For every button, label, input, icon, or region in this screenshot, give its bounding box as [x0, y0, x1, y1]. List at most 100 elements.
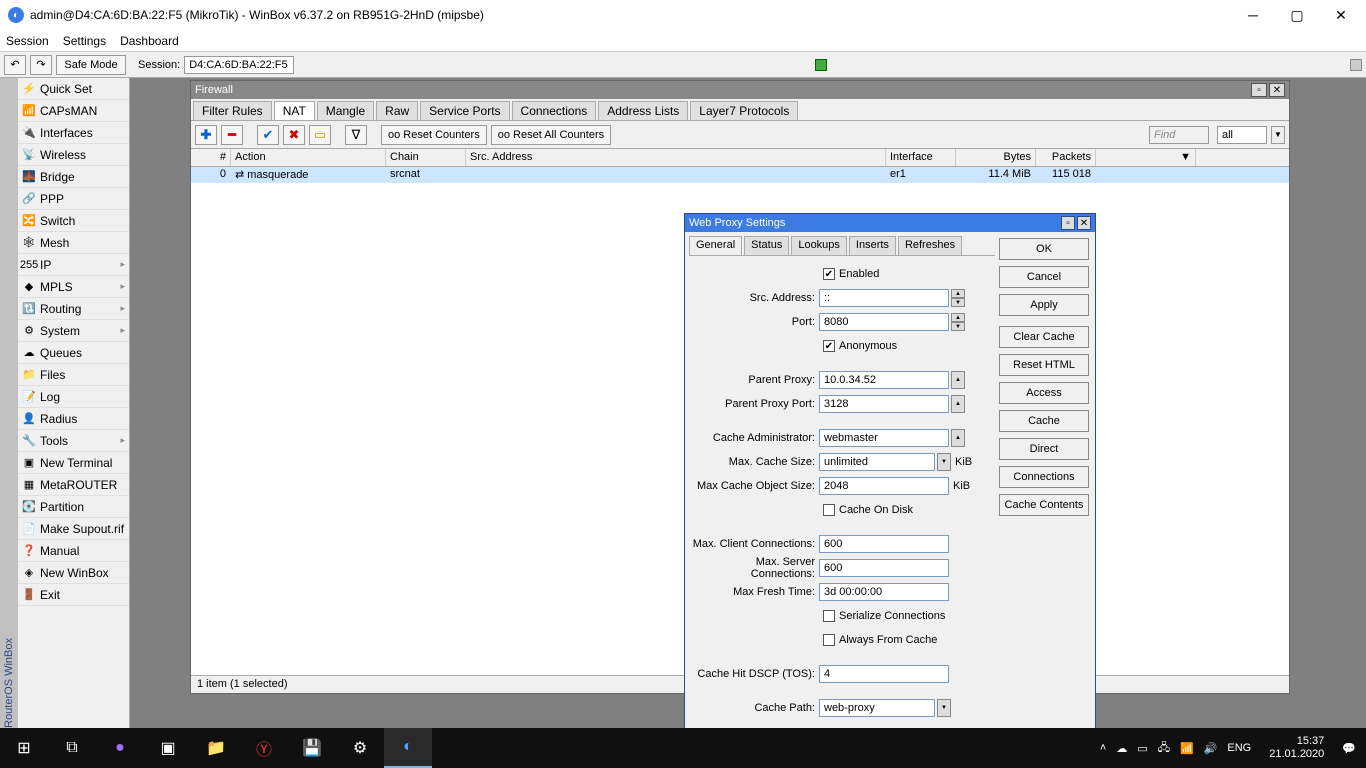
port-input[interactable]: 8080 [819, 313, 949, 331]
remove-button[interactable]: ━ [221, 125, 243, 145]
winbox-task-icon[interactable]: ◐ [384, 728, 432, 768]
terminal-icon[interactable]: ▣ [144, 728, 192, 768]
explorer-icon[interactable]: 📁 [192, 728, 240, 768]
sidebar-item-mpls[interactable]: ◆MPLS▸ [18, 276, 129, 298]
sidebar-item-exit[interactable]: 🚪Exit [18, 584, 129, 606]
sidebar-item-new-terminal[interactable]: ▣New Terminal [18, 452, 129, 474]
port-spinner[interactable]: ▲▼ [951, 313, 965, 331]
maxcache-input[interactable]: unlimited [819, 453, 935, 471]
admin-input[interactable]: webmaster [819, 429, 949, 447]
src-address-input[interactable]: :: [819, 289, 949, 307]
sidebar-item-partition[interactable]: 💽Partition [18, 496, 129, 518]
disable-button[interactable]: ✖ [283, 125, 305, 145]
maxcache-dd[interactable]: ▼ [937, 453, 951, 471]
filter-dropdown[interactable]: all [1217, 126, 1267, 144]
anonymous-checkbox[interactable]: ✔ [823, 340, 835, 352]
col-num[interactable]: # [191, 149, 231, 166]
tray-notifications-icon[interactable]: 💬 [1342, 742, 1356, 755]
find-input[interactable]: Find [1149, 126, 1209, 144]
col-chain[interactable]: Chain [386, 149, 466, 166]
ondisk-checkbox[interactable] [823, 504, 835, 516]
sidebar-item-metarouter[interactable]: ▦MetaROUTER [18, 474, 129, 496]
apply-button[interactable]: Apply [999, 294, 1089, 316]
sidebar-item-files[interactable]: 📁Files [18, 364, 129, 386]
sidebar-item-tools[interactable]: 🔧Tools▸ [18, 430, 129, 452]
tab-raw[interactable]: Raw [376, 101, 418, 120]
menu-settings[interactable]: Settings [63, 34, 106, 48]
proxy-tab-inserts[interactable]: Inserts [849, 236, 896, 255]
tab-layer7-protocols[interactable]: Layer7 Protocols [690, 101, 798, 120]
proxy-tab-refreshes[interactable]: Refreshes [898, 236, 962, 255]
parent-collapse[interactable]: ▲ [951, 371, 965, 389]
reset-all-counters-button[interactable]: oo Reset All Counters [491, 125, 611, 145]
reset-html-button[interactable]: Reset HTML [999, 354, 1089, 376]
cancel-button[interactable]: Cancel [999, 266, 1089, 288]
filter-dropdown-arrow-icon[interactable]: ▼ [1271, 126, 1285, 144]
taskview-icon[interactable]: ⧉ [48, 728, 96, 768]
fresh-input[interactable]: 3d 00:00:00 [819, 583, 949, 601]
col-interface[interactable]: Interface [886, 149, 956, 166]
maxcli-input[interactable]: 600 [819, 535, 949, 553]
tray-cloud-icon[interactable]: ☁ [1116, 742, 1127, 755]
tab-service-ports[interactable]: Service Ports [420, 101, 509, 120]
firewall-titlebar[interactable]: Firewall ▫ ✕ [191, 81, 1289, 99]
sidebar-item-log[interactable]: 📝Log [18, 386, 129, 408]
sidebar-item-queues[interactable]: ☁Queues [18, 342, 129, 364]
minimize-button[interactable]: ─ [1240, 7, 1266, 24]
connections-button[interactable]: Connections [999, 466, 1089, 488]
proxy-tab-lookups[interactable]: Lookups [791, 236, 847, 255]
filter-button[interactable]: ∇ [345, 125, 367, 145]
sidebar-item-capsman[interactable]: 📶CAPsMAN [18, 100, 129, 122]
sidebar-item-switch[interactable]: 🔀Switch [18, 210, 129, 232]
start-button[interactable]: ⊞ [0, 728, 48, 768]
safe-mode-button[interactable]: Safe Mode [56, 55, 126, 75]
add-button[interactable]: ✚ [195, 125, 217, 145]
reset-counters-button[interactable]: oo Reset Counters [381, 125, 487, 145]
col-action[interactable]: Action [231, 149, 386, 166]
path-input[interactable]: web-proxy [819, 699, 935, 717]
sidebar-item-radius[interactable]: 👤Radius [18, 408, 129, 430]
sidebar-item-bridge[interactable]: 🌉Bridge [18, 166, 129, 188]
maxsrv-input[interactable]: 600 [819, 559, 949, 577]
enable-button[interactable]: ✔ [257, 125, 279, 145]
dscp-input[interactable]: 4 [819, 665, 949, 683]
yandex-icon[interactable]: Ⓨ [240, 728, 288, 768]
comment-button[interactable]: ▭ [309, 125, 331, 145]
menu-dashboard[interactable]: Dashboard [120, 34, 179, 48]
always-checkbox[interactable] [823, 634, 835, 646]
save-icon[interactable]: 💾 [288, 728, 336, 768]
tab-address-lists[interactable]: Address Lists [598, 101, 688, 120]
pport-collapse[interactable]: ▲ [951, 395, 965, 413]
cache-button[interactable]: Cache [999, 410, 1089, 432]
parent-proxy-input[interactable]: 10.0.34.52 [819, 371, 949, 389]
tab-nat[interactable]: NAT [274, 101, 315, 120]
col-src[interactable]: Src. Address [466, 149, 886, 166]
serial-checkbox[interactable] [823, 610, 835, 622]
firewall-restore-button[interactable]: ▫ [1251, 83, 1267, 97]
tray-battery-icon[interactable]: ▭ [1137, 742, 1147, 755]
sidebar-item-wireless[interactable]: 📡Wireless [18, 144, 129, 166]
tray-wifi-icon[interactable]: 📶 [1180, 742, 1194, 755]
tab-connections[interactable]: Connections [512, 101, 597, 120]
sidebar-item-routing[interactable]: 🔃Routing▸ [18, 298, 129, 320]
access-button[interactable]: Access [999, 382, 1089, 404]
table-row[interactable]: 0 ⇄ masquerade srcnat er1 11.4 MiB 115 0… [191, 167, 1289, 183]
src-spinner[interactable]: ▲▼ [951, 289, 965, 307]
direct-button[interactable]: Direct [999, 438, 1089, 460]
tray-network-icon[interactable]: 🖧 [1158, 739, 1170, 758]
tab-mangle[interactable]: Mangle [317, 101, 374, 120]
proxy-tab-status[interactable]: Status [744, 236, 789, 255]
sidebar-item-ip[interactable]: 255IP▸ [18, 254, 129, 276]
proxy-close-button[interactable]: ✕ [1077, 216, 1091, 230]
admin-collapse[interactable]: ▲ [951, 429, 965, 447]
parent-port-input[interactable]: 3128 [819, 395, 949, 413]
sidebar-item-ppp[interactable]: 🔗PPP [18, 188, 129, 210]
clear-cache-button[interactable]: Clear Cache [999, 326, 1089, 348]
col-packets[interactable]: Packets [1036, 149, 1096, 166]
redo-button[interactable]: ↷ [30, 55, 52, 75]
sidebar-item-new-winbox[interactable]: ◈New WinBox [18, 562, 129, 584]
proxy-restore-button[interactable]: ▫ [1061, 216, 1075, 230]
sidebar-item-make-supout-rif[interactable]: 📄Make Supout.rif [18, 518, 129, 540]
ok-button[interactable]: OK [999, 238, 1089, 260]
path-dd[interactable]: ▼ [937, 699, 951, 717]
